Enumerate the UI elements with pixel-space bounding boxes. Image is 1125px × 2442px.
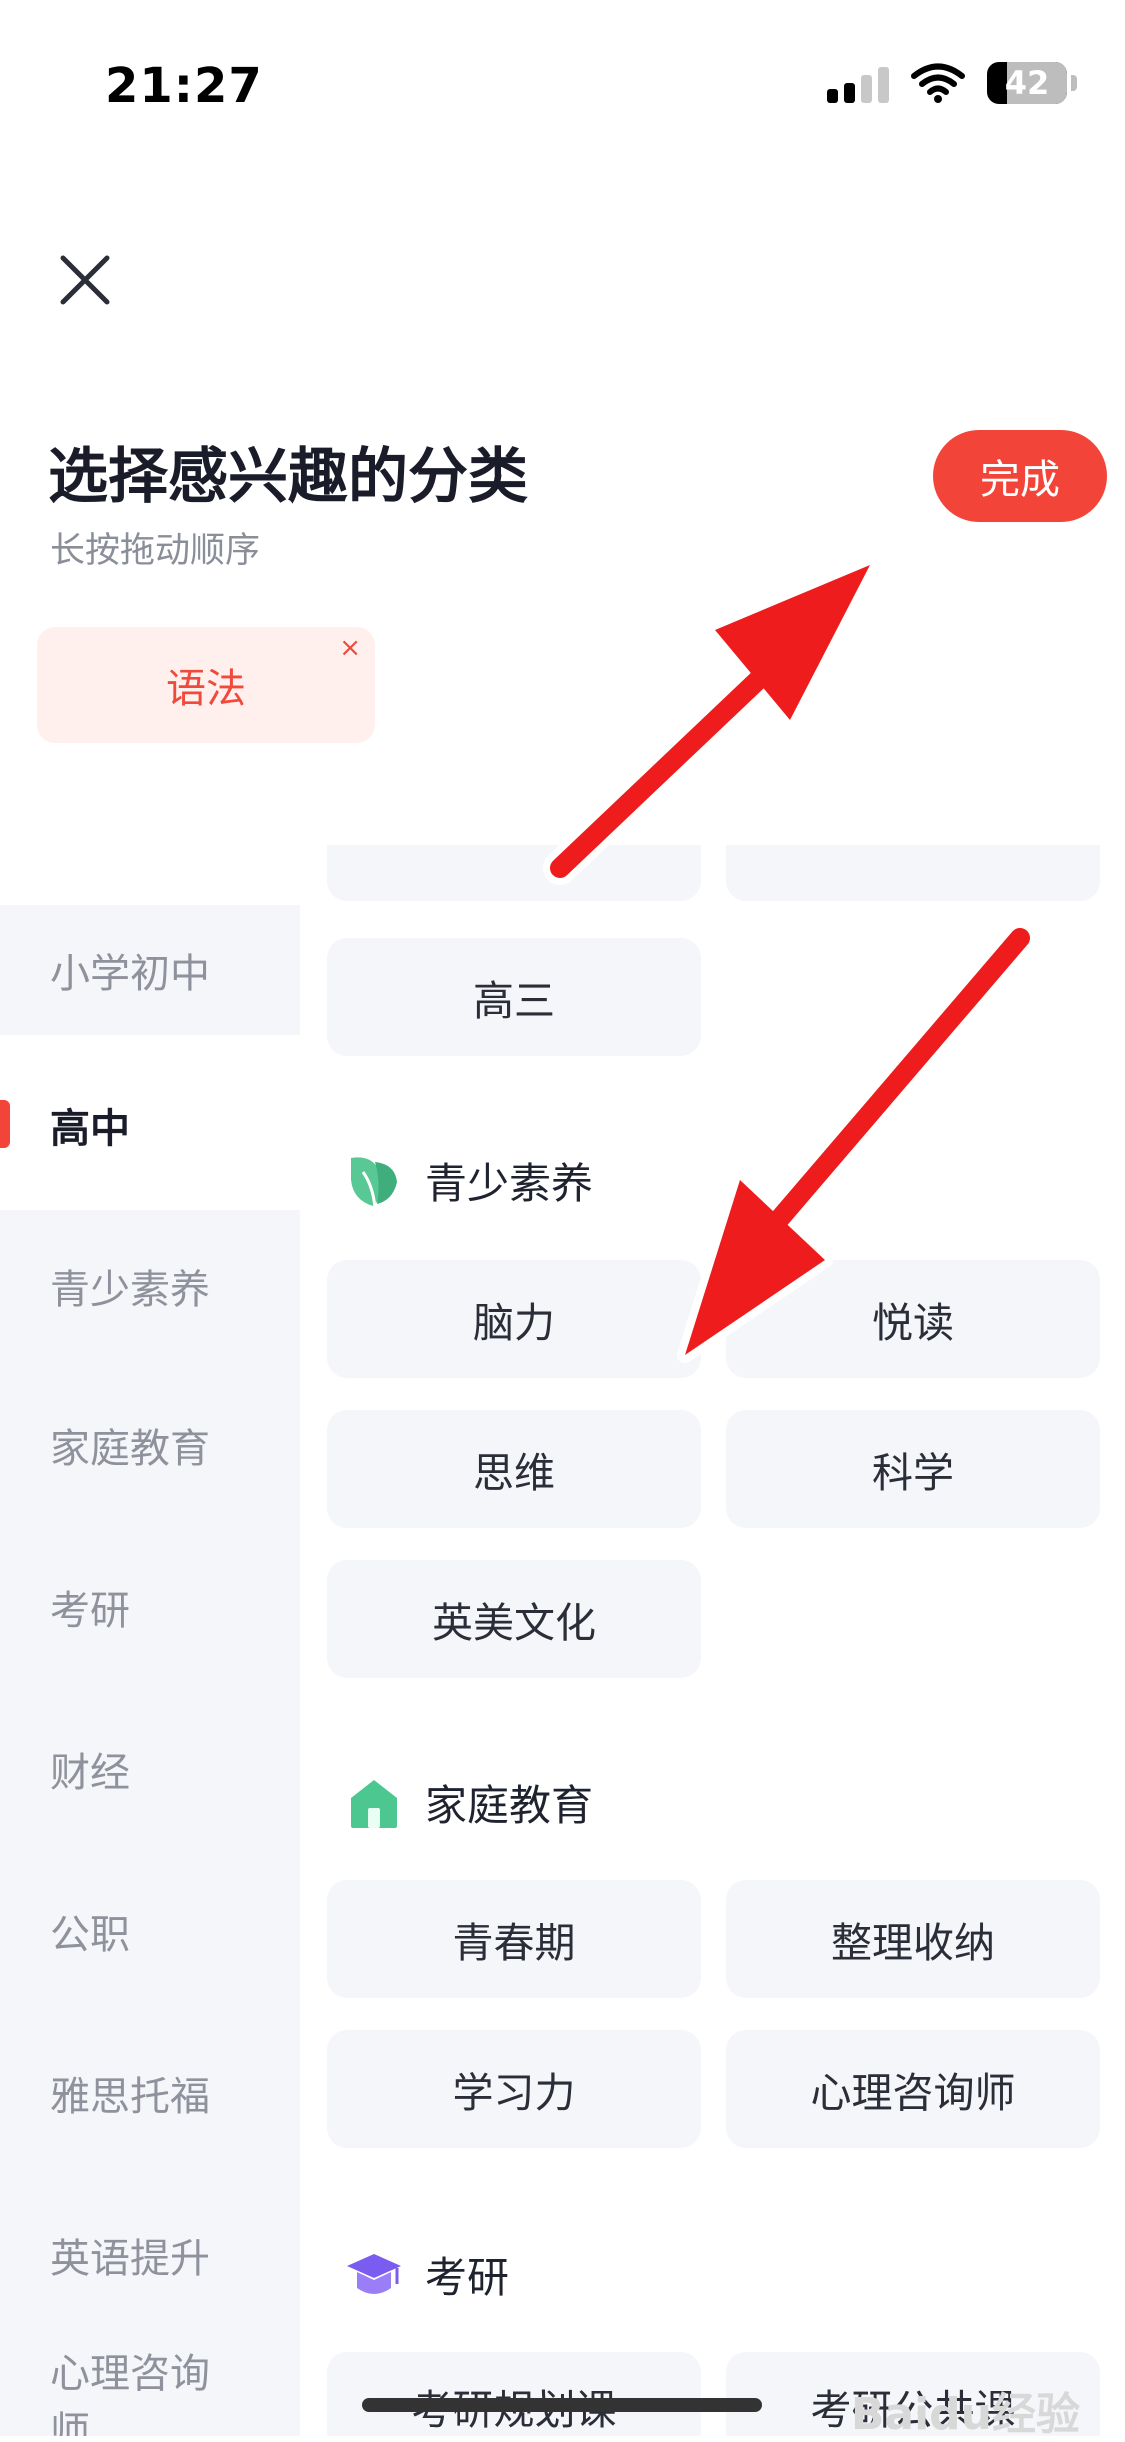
category-chip[interactable]: 科学 bbox=[726, 1410, 1100, 1528]
sidebar-item-ielts-toefl[interactable]: 雅思托福 bbox=[0, 2013, 300, 2173]
category-chip[interactable]: 脑力 bbox=[327, 1260, 701, 1378]
selected-category-chip[interactable]: 语法 × bbox=[37, 627, 375, 743]
sidebar-item-label: 心理咨询师 bbox=[50, 2351, 210, 2436]
sidebar-item-label: 考研 bbox=[50, 1588, 130, 1634]
status-time: 21:27 bbox=[105, 58, 263, 114]
section-header-postgrad: 考研 bbox=[345, 2244, 509, 2305]
battery-level: 42 bbox=[1004, 64, 1050, 102]
category-chip[interactable]: 思维 bbox=[327, 1410, 701, 1528]
category-chip-partial[interactable] bbox=[726, 845, 1100, 901]
selected-chip-label: 语法 bbox=[166, 666, 246, 712]
wifi-icon bbox=[911, 63, 965, 103]
category-chip[interactable]: 考研规划课 bbox=[327, 2352, 701, 2436]
sidebar-item-label: 雅思托福 bbox=[50, 2074, 210, 2120]
category-chip[interactable]: 高三 bbox=[327, 938, 701, 1056]
section-header-family-education: 家庭教育 bbox=[345, 1772, 593, 1833]
sidebar-item-postgrad[interactable]: 考研 bbox=[0, 1527, 300, 1687]
done-button[interactable]: 完成 bbox=[933, 430, 1107, 522]
page-subtitle: 长按拖动顺序 bbox=[50, 531, 261, 571]
sidebar-item-civil-service[interactable]: 公职 bbox=[0, 1851, 300, 2011]
sidebar-item-family-education[interactable]: 家庭教育 bbox=[0, 1365, 300, 1525]
page-title: 选择感兴趣的分类 bbox=[48, 442, 528, 512]
section-title: 青少素养 bbox=[425, 1159, 594, 1208]
sidebar-item-label: 英语提升 bbox=[50, 2236, 210, 2282]
sidebar-item-label: 家庭教育 bbox=[50, 1426, 210, 1472]
category-chip[interactable]: 整理收纳 bbox=[726, 1880, 1100, 1998]
remove-chip-icon[interactable]: × bbox=[339, 633, 361, 663]
battery-tip bbox=[1071, 75, 1077, 91]
sidebar-item-primary-middle[interactable]: 小学初中 bbox=[0, 905, 300, 1035]
status-icons: 42 bbox=[827, 62, 1077, 104]
category-chip[interactable]: 青春期 bbox=[327, 1880, 701, 1998]
sidebar-item-label: 青少素养 bbox=[50, 1267, 210, 1313]
sidebar-item-label: 高中 bbox=[50, 1106, 130, 1152]
category-chip[interactable]: 英美文化 bbox=[327, 1560, 701, 1678]
watermark-text: Baidu经验 bbox=[850, 2389, 1080, 2440]
sidebar-item-youth-literacy[interactable]: 青少素养 bbox=[0, 1201, 300, 1371]
close-icon[interactable] bbox=[55, 250, 115, 310]
sidebar-item-psych-counselor[interactable]: 心理咨询师 bbox=[0, 2305, 300, 2436]
sidebar-item-label: 财经 bbox=[50, 1750, 130, 1796]
arrow-to-done-button bbox=[543, 557, 878, 885]
section-title: 考研 bbox=[425, 2253, 510, 2302]
sidebar-item-finance[interactable]: 财经 bbox=[0, 1689, 300, 1849]
house-icon bbox=[351, 1779, 397, 1828]
battery-icon: 42 bbox=[987, 62, 1067, 104]
category-chip[interactable]: 悦读 bbox=[726, 1260, 1100, 1378]
section-header-youth-literacy: 青少素养 bbox=[345, 1150, 593, 1211]
sidebar-item-label: 公职 bbox=[50, 1912, 130, 1958]
sidebar-item-high-school[interactable]: 高中 bbox=[0, 1040, 300, 1210]
home-indicator[interactable] bbox=[362, 2398, 762, 2412]
category-chip[interactable]: 学习力 bbox=[327, 2030, 701, 2148]
leaf-icon bbox=[351, 1156, 397, 1208]
graduation-cap-icon bbox=[347, 2253, 401, 2294]
category-chip[interactable]: 心理咨询师 bbox=[726, 2030, 1100, 2148]
category-chip-partial[interactable] bbox=[327, 845, 701, 901]
section-title: 家庭教育 bbox=[425, 1781, 594, 1830]
cellular-signal-icon bbox=[827, 63, 889, 103]
category-sidebar: 小学初中 高中 青少素养 家庭教育 考研 财经 公职 雅思托福 英语提升 心理咨… bbox=[0, 905, 300, 2436]
sidebar-item-label: 小学初中 bbox=[50, 951, 210, 997]
